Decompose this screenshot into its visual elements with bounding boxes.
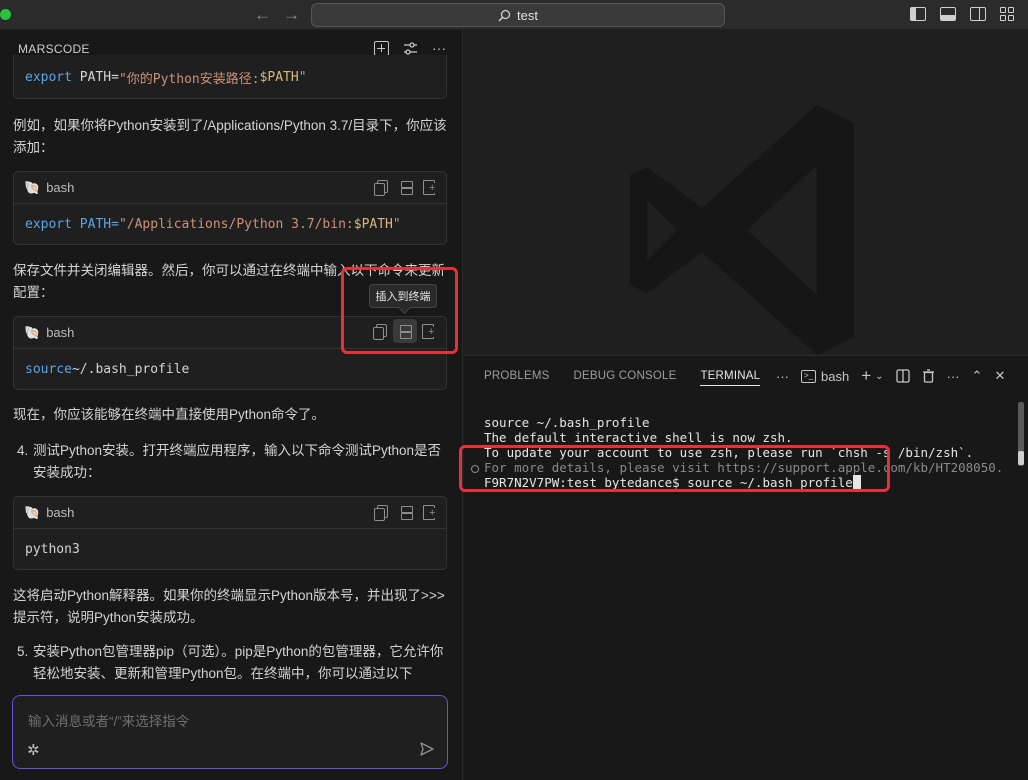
bottom-panel: PROBLEMS DEBUG CONSOLE TERMINAL ··· >_ b…	[464, 355, 1028, 780]
chevron-down-icon[interactable]: ⌄	[875, 371, 883, 382]
copy-icon[interactable]	[373, 324, 387, 340]
code-content: python3	[25, 541, 80, 557]
insert-to-terminal-icon[interactable]	[398, 180, 413, 195]
copy-icon[interactable]	[374, 505, 388, 521]
code-lang-label: bash	[46, 180, 75, 195]
toggle-primary-sidebar-icon[interactable]	[910, 7, 926, 21]
terminal-shell-selector[interactable]: >_ bash	[801, 369, 849, 384]
code-lang-label: bash	[46, 325, 75, 340]
code-content: source ~/.bash_profile	[25, 361, 190, 377]
code-block-tools	[373, 324, 452, 340]
code-block-tools	[374, 180, 436, 196]
tab-debug-console[interactable]: DEBUG CONSOLE	[574, 370, 677, 386]
terminal-line: source ~/.bash_profile	[484, 415, 650, 430]
layout-controls	[910, 7, 1016, 21]
panel-actions: ··· >_ bash + ⌄ ··· ⌃ ✕	[776, 366, 1005, 386]
code-block: 🐚 bash export PATH="/Applications/Python…	[13, 171, 447, 245]
toggle-panel-icon[interactable]	[940, 7, 956, 21]
terminal-cursor	[852, 475, 861, 489]
panel-more-icon[interactable]: ···	[947, 369, 960, 384]
toggle-secondary-sidebar-icon[interactable]	[970, 7, 986, 21]
chat-input-placeholder: 输入消息或者“/”来选择指令	[28, 714, 190, 729]
tab-problems[interactable]: PROBLEMS	[484, 370, 550, 386]
close-panel-icon[interactable]: ✕	[994, 368, 1005, 384]
code-content: export PATH= "你的Python安装路径: $PATH "	[25, 69, 307, 87]
chat-title: MARSCODE	[18, 42, 90, 56]
trash-icon[interactable]	[922, 369, 935, 383]
command-decoration-icon[interactable]	[471, 465, 479, 473]
terminal-icon: >_	[801, 369, 816, 383]
sparkle-icon[interactable]: ✲	[27, 741, 40, 759]
settings-sliders-icon[interactable]	[403, 41, 418, 56]
window-zoom-button[interactable]	[0, 9, 11, 20]
panel-tabs: PROBLEMS DEBUG CONSOLE TERMINAL	[484, 370, 761, 386]
insert-new-file-icon[interactable]	[422, 180, 436, 195]
marscode-chat-panel: MARSCODE ··· export PATH= "你的Python安装路径: $…	[0, 30, 463, 780]
more-actions-icon[interactable]: ···	[432, 41, 446, 56]
tab-terminal[interactable]: TERMINAL	[700, 370, 761, 386]
send-icon[interactable]	[419, 741, 435, 757]
bash-lang-icon: 🐚	[24, 179, 41, 195]
terminal-output[interactable]: source ~/.bash_profile The default inter…	[484, 400, 1003, 490]
terminal-scrollbar-marker	[1018, 451, 1024, 465]
chat-input-box[interactable]: 输入消息或者“/”来选择指令 ✲	[12, 695, 448, 769]
split-terminal-icon[interactable]	[895, 369, 910, 383]
list-item: 5. 安装Python包管理器pip（可选）。pip是Python的包管理器，它…	[17, 644, 444, 681]
terminal-line: To update your account to use zsh, pleas…	[484, 445, 974, 460]
message-paragraph: 例如，如果你将Python安装到了/Applications/Python 3.…	[13, 118, 447, 155]
bash-lang-icon: 🐚	[24, 504, 41, 520]
new-chat-icon[interactable]	[374, 41, 389, 56]
insert-to-terminal-icon[interactable]	[398, 505, 413, 520]
insert-new-file-icon[interactable]	[421, 324, 435, 339]
nav-arrows: ← →	[254, 5, 300, 25]
search-text: test	[517, 7, 538, 23]
terminal-line: For more details, please visit https://s…	[484, 460, 1004, 475]
insert-to-terminal-tooltip: 插入到终端	[369, 284, 437, 308]
insert-to-terminal-icon[interactable]	[397, 324, 412, 339]
forward-arrow-icon[interactable]: →	[283, 5, 300, 25]
message-paragraph: 现在，你应该能够在终端中直接使用Python命令了。	[13, 407, 326, 422]
insert-new-file-icon[interactable]	[422, 505, 436, 520]
customize-layout-icon[interactable]	[1000, 7, 1016, 21]
code-block-tools	[374, 505, 436, 521]
editor-area	[464, 30, 1028, 355]
list-item: 4. 测试Python安装。打开终端应用程序，输入以下命令测试Python是否安…	[17, 443, 442, 480]
chat-header-actions: ···	[374, 41, 446, 56]
bash-lang-icon: 🐚	[24, 324, 41, 340]
shell-label: bash	[821, 368, 850, 384]
terminal-line: The default interactive shell is now zsh…	[484, 430, 793, 445]
command-center-search[interactable]: test	[311, 3, 725, 27]
code-block: export PATH= "你的Python安装路径: $PATH "	[13, 55, 447, 99]
code-content: export PATH= "/Applications/Python 3.7/bi…	[25, 216, 401, 232]
new-terminal-icon[interactable]: +	[861, 366, 871, 386]
more-tabs-icon[interactable]: ···	[776, 369, 789, 384]
code-lang-label: bash	[46, 505, 75, 520]
message-paragraph: 这将启动Python解释器。如果你的终端显示Python版本号，并出现了>>>提…	[13, 588, 445, 625]
vscode-logo-watermark	[630, 105, 854, 355]
maximize-panel-icon[interactable]: ⌃	[972, 368, 983, 384]
back-arrow-icon[interactable]: ←	[254, 5, 271, 25]
search-icon	[498, 9, 511, 21]
copy-icon[interactable]	[374, 180, 388, 196]
code-block: 🐚 bash python3	[13, 496, 447, 570]
terminal-prompt: F9R7N2V7PW:test bytedance$ source ~/.bas…	[484, 475, 853, 490]
title-bar: ← → test	[0, 0, 1028, 30]
